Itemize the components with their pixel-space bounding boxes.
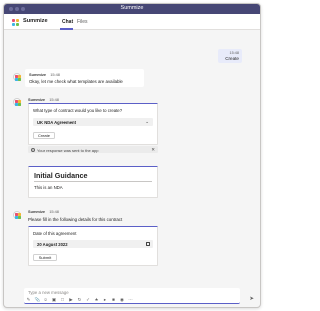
message-time: 15:48 — [49, 97, 59, 102]
emoji-icon[interactable]: ☺ — [43, 297, 48, 302]
loop-icon[interactable]: ↻ — [77, 297, 82, 302]
divider — [34, 181, 152, 182]
message-sender: Summize — [28, 97, 46, 102]
title-bar: Summize — [4, 4, 260, 14]
tab-chat[interactable]: Chat — [62, 19, 73, 25]
notice-text: Your response was sent to the app — [37, 147, 99, 153]
updates-icon[interactable]: ◉ — [120, 297, 125, 302]
message-text: Okay, let me check what templates are av… — [29, 78, 123, 84]
bot-avatar — [13, 98, 21, 106]
meet-icon[interactable]: ▶ — [69, 297, 74, 302]
info-icon: i — [31, 147, 35, 152]
approvals-icon[interactable]: ✓ — [86, 297, 91, 302]
bot-avatar — [13, 73, 21, 81]
contract-type-card: What type of contract would you like to … — [28, 103, 158, 145]
submit-button[interactable]: Submit — [33, 254, 57, 261]
summize-logo-icon — [11, 18, 21, 28]
message-meta: Summize 15:48 — [29, 72, 140, 77]
response-sent-notice: i Your response was sent to the app ✕ — [28, 146, 158, 153]
agreement-date-input[interactable]: 20 August 2022 — [33, 240, 153, 248]
message-time: 15:48 — [50, 72, 60, 77]
guidance-body: This is an NDA — [34, 185, 63, 190]
selected-contract-type: UK NDA Agreement — [37, 119, 77, 125]
message-text: Create — [225, 56, 239, 61]
stream-icon[interactable]: ▸ — [103, 297, 108, 302]
compose-placeholder: Type a new message — [28, 290, 69, 295]
send-icon[interactable]: ➤ — [249, 296, 254, 302]
compose-toolbar: ✎ 📎 ☺ ▣ □ ▶ ↻ ✓ ★ ▸ ■ ◉ ⋯ — [26, 296, 238, 302]
agreement-date-value: 20 August 2022 — [37, 241, 68, 247]
chat-area: 15:48 Create Summize 15:48 Okay, let me … — [4, 31, 260, 285]
active-tab-indicator — [60, 28, 73, 30]
sticker-icon[interactable]: □ — [60, 297, 65, 302]
app-name: Summize — [23, 18, 48, 24]
chevron-down-icon: ⌄ — [145, 119, 149, 124]
contract-details-card: Date of this agreement 20 August 2022 Su… — [28, 226, 158, 266]
format-icon[interactable]: ✎ — [26, 297, 31, 302]
date-field-label: Date of this agreement — [33, 231, 77, 236]
card-question: What type of contract would you like to … — [33, 108, 123, 113]
message-sender: Summize — [29, 72, 47, 77]
message-time: 15:48 — [49, 209, 59, 214]
gif-icon[interactable]: ▣ — [52, 297, 57, 302]
message-meta: Summize 15:48 — [28, 209, 59, 214]
window-title: Summize — [120, 5, 144, 11]
more-icon[interactable]: ⋯ — [128, 297, 133, 302]
bot-message: Summize 15:48 Okay, let me check what te… — [25, 69, 144, 87]
message-text: Please fill in the following details for… — [28, 216, 123, 222]
praise-icon[interactable]: ★ — [94, 297, 99, 302]
message-time: 15:48 — [229, 51, 239, 55]
tab-files[interactable]: Files — [77, 19, 88, 25]
bot-avatar — [13, 211, 21, 219]
guidance-title: Initial Guidance — [34, 171, 88, 180]
message-meta: Summize 15:48 — [28, 97, 59, 102]
guidance-card: Initial Guidance This is an NDA — [28, 166, 158, 198]
calendar-icon[interactable] — [145, 241, 150, 246]
attach-icon[interactable]: 📎 — [35, 297, 41, 302]
sent-message: 15:48 Create — [218, 49, 242, 63]
close-icon[interactable]: ✕ — [151, 147, 155, 153]
contract-type-select[interactable]: UK NDA Agreement ⌄ — [33, 118, 153, 126]
app-window: Summize Summize Chat Files 15:48 Create … — [3, 3, 261, 308]
create-button[interactable]: Create — [33, 132, 55, 139]
app-header: Summize Chat Files — [4, 14, 260, 30]
summize-app-icon[interactable]: ■ — [111, 297, 116, 302]
message-composer[interactable]: Type a new message ✎ 📎 ☺ ▣ □ ▶ ↻ ✓ ★ ▸ ■… — [24, 288, 254, 304]
message-sender: Summize — [28, 209, 46, 214]
